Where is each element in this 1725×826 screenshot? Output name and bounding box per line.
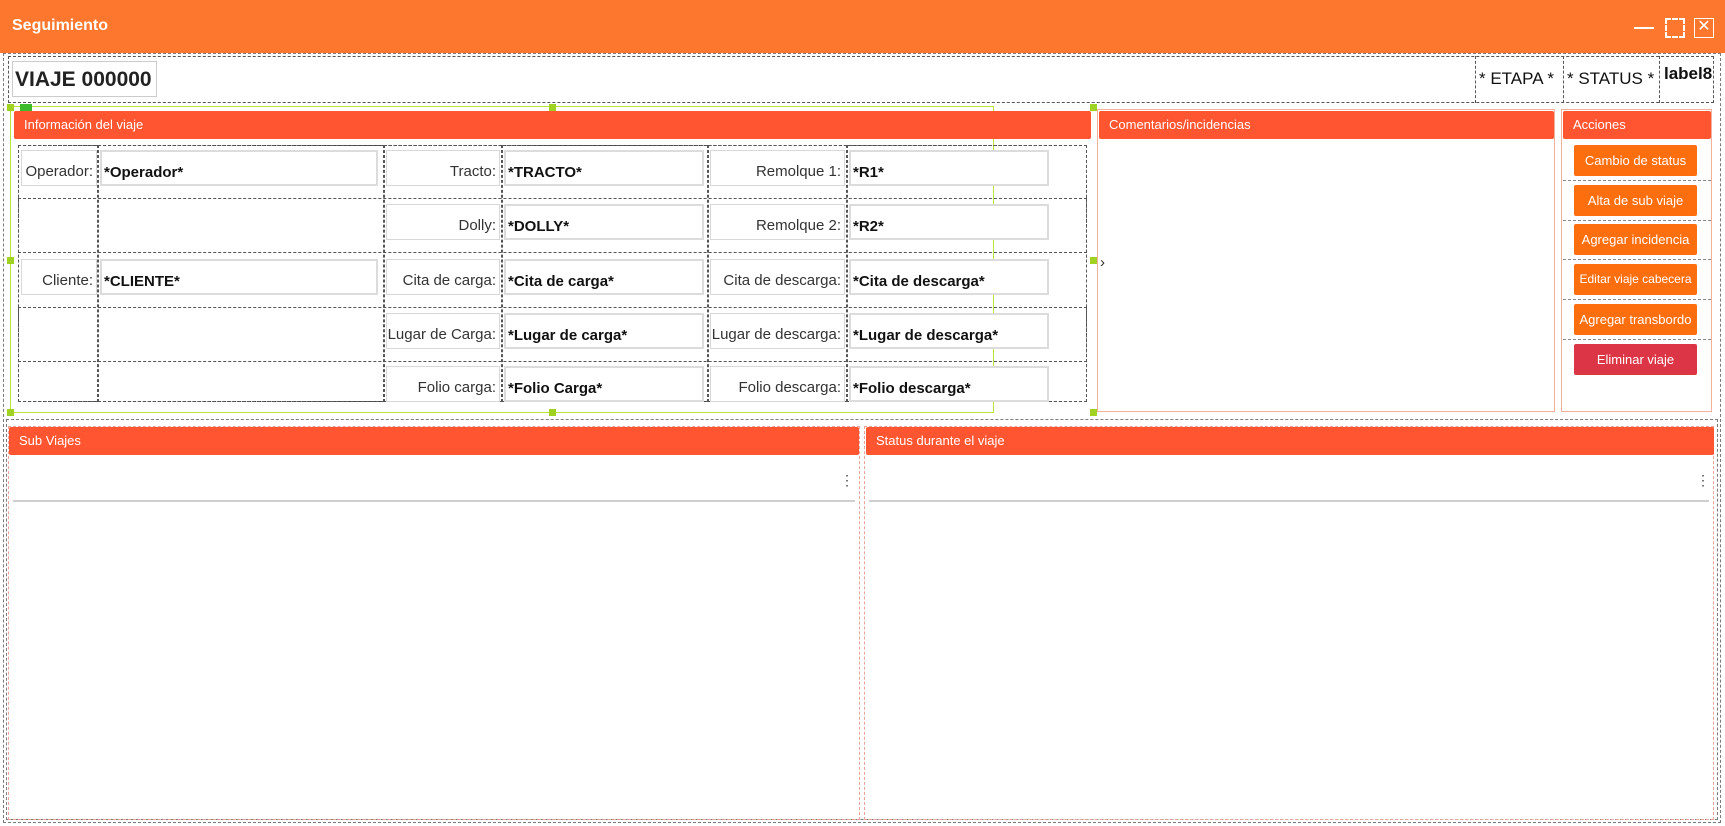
operador-field[interactable]: *Operador* <box>100 150 378 186</box>
lugar-carga-label: Lugar de Carga: <box>386 313 500 349</box>
info-panel-title: Información del viaje <box>24 117 144 132</box>
edit-trip-header-button[interactable]: Editar viaje cabecera <box>1574 264 1697 295</box>
folio-descarga-label: Folio descarga: <box>710 366 845 402</box>
lugar-descarga-field[interactable]: *Lugar de descarga* <box>849 313 1049 349</box>
remolque1-label: Remolque 1: <box>710 150 845 186</box>
lugar-carga-field[interactable]: *Lugar de carga* <box>504 313 704 349</box>
expand-chevron-icon[interactable]: › <box>1100 254 1105 271</box>
folio-carga-field[interactable]: *Folio Carga* <box>504 366 704 402</box>
tracto-field[interactable]: *TRACTO* <box>504 150 704 186</box>
grid-header-divider <box>13 500 855 502</box>
operador-label: Operador: <box>21 150 97 186</box>
info-panel-header: Información del viaje <box>14 111 1091 139</box>
cita-carga-label: Cita de carga: <box>386 259 500 295</box>
comments-panel-title: Comentarios/incidencias <box>1109 117 1251 132</box>
dolly-field[interactable]: *DOLLY* <box>504 204 704 240</box>
cita-carga-field[interactable]: *Cita de carga* <box>504 259 704 295</box>
resize-handle[interactable] <box>549 409 556 416</box>
divider <box>1563 180 1711 181</box>
add-transfer-button[interactable]: Agregar transbordo <box>1574 304 1697 335</box>
tracto-label: Tracto: <box>386 150 500 186</box>
comments-panel-header: Comentarios/incidencias <box>1099 111 1554 139</box>
folio-carga-label: Folio carga: <box>386 366 500 402</box>
subtrips-panel <box>8 426 860 820</box>
resize-handle[interactable] <box>1090 104 1097 111</box>
remolque2-field[interactable]: *R2* <box>849 204 1049 240</box>
resize-handle[interactable] <box>1090 257 1097 264</box>
status-label: * STATUS * <box>1563 56 1659 103</box>
close-icon[interactable]: ✕ <box>1694 18 1714 38</box>
window-titlebar: Seguimiento ✕ <box>0 0 1725 53</box>
divider <box>1563 299 1711 300</box>
resize-handle[interactable] <box>549 104 556 111</box>
trip-header <box>8 56 1714 103</box>
actions-panel-header: Acciones <box>1563 111 1711 139</box>
label8: label8 <box>1659 56 1714 103</box>
resize-handle[interactable] <box>7 104 14 111</box>
dolly-label: Dolly: <box>386 204 500 240</box>
actions-panel-title: Acciones <box>1573 117 1626 132</box>
lugar-descarga-label: Lugar de descarga: <box>710 313 845 349</box>
divider <box>1563 339 1711 340</box>
remolque1-field[interactable]: *R1* <box>849 150 1049 186</box>
kebab-menu-icon[interactable]: ⋮ <box>1696 472 1710 489</box>
cliente-field[interactable]: *CLIENTE* <box>100 259 378 295</box>
subtrips-panel-header: Sub Viajes <box>9 427 859 455</box>
resize-handle[interactable] <box>7 409 14 416</box>
kebab-menu-icon[interactable]: ⋮ <box>840 472 854 489</box>
window-title: Seguimiento <box>12 17 109 34</box>
status-panel-header: Status durante el viaje <box>866 427 1714 455</box>
status-panel <box>864 426 1714 820</box>
cita-descarga-field[interactable]: *Cita de descarga* <box>849 259 1049 295</box>
minimize-icon[interactable] <box>1634 18 1654 38</box>
delete-trip-button[interactable]: Eliminar viaje <box>1574 344 1697 375</box>
add-incident-button[interactable]: Agregar incidencia <box>1574 224 1697 255</box>
change-status-button[interactable]: Cambio de status <box>1574 145 1697 176</box>
resize-handle[interactable] <box>1090 409 1097 416</box>
subtrips-panel-title: Sub Viajes <box>19 433 81 448</box>
remolque2-label: Remolque 2: <box>710 204 845 240</box>
status-panel-title: Status durante el viaje <box>876 433 1005 448</box>
maximize-icon[interactable] <box>1665 18 1685 38</box>
divider <box>1563 259 1711 260</box>
trip-number: VIAJE 000000 <box>12 61 157 97</box>
add-subtrip-button[interactable]: Alta de sub viaje <box>1574 185 1697 216</box>
divider <box>1563 220 1711 221</box>
resize-handle[interactable] <box>7 257 14 264</box>
grid-header-divider <box>869 500 1709 502</box>
cliente-label: Cliente: <box>21 259 97 295</box>
comments-panel <box>1097 109 1555 412</box>
stage-label: * ETAPA * <box>1475 56 1563 103</box>
cita-descarga-label: Cita de descarga: <box>710 259 845 295</box>
folio-descarga-field[interactable]: *Folio descarga* <box>849 366 1049 402</box>
